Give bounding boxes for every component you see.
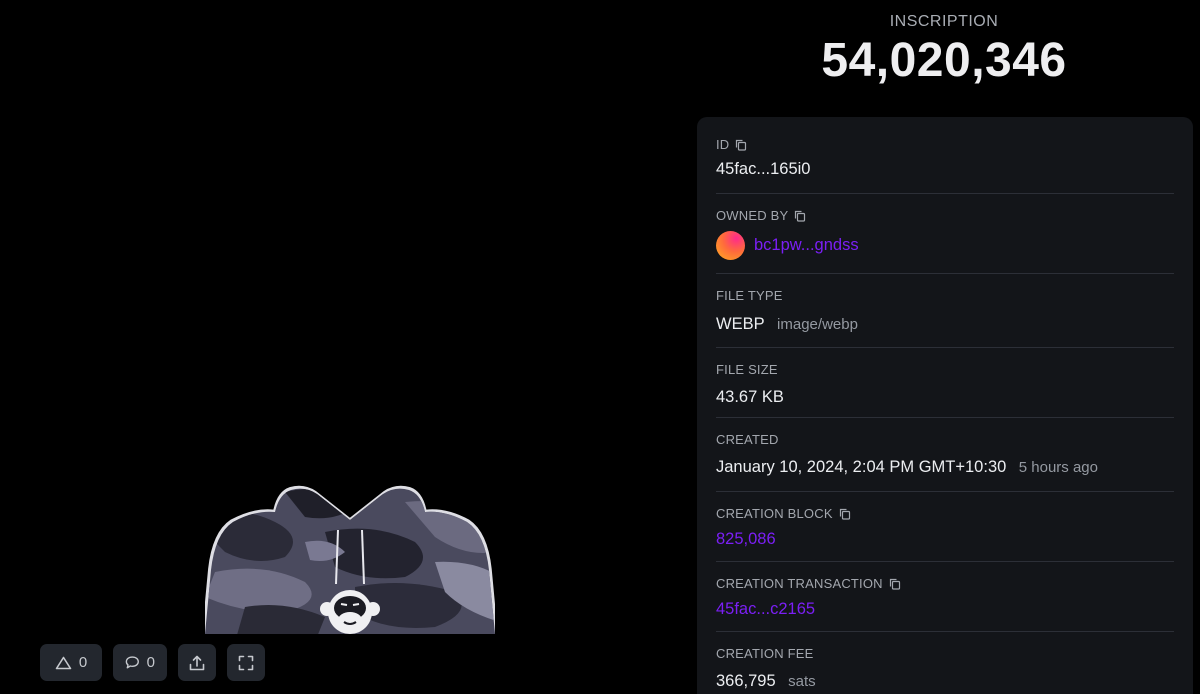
comment-button[interactable]: 0: [113, 644, 167, 681]
created-relative: 5 hours ago: [1018, 459, 1098, 476]
creation-tx-link[interactable]: 45fac...c2165: [716, 600, 1174, 619]
inscription-label: INSCRIPTION: [889, 13, 999, 30]
copy-icon[interactable]: [794, 210, 806, 222]
file-size-row: FILE SIZE 43.67 KB: [716, 348, 1174, 418]
file-size-label: FILE SIZE: [716, 362, 778, 377]
created-label: CREATED: [716, 432, 779, 447]
camo-hoodie-image: [205, 485, 495, 634]
fullscreen-icon: [238, 655, 254, 670]
owner-row: OWNED BY bc1pw...gndss: [716, 194, 1174, 274]
media-preview: 0 0: [0, 0, 690, 694]
file-type-label: FILE TYPE: [716, 288, 783, 303]
creation-block-link[interactable]: 825,086: [716, 530, 1174, 549]
creation-tx-row: CREATION TRANSACTION 45fac...c2165: [716, 562, 1174, 632]
creation-fee-value: 366,795: [716, 672, 776, 690]
owner-address-link[interactable]: bc1pw...gndss: [754, 236, 859, 255]
upvote-button[interactable]: 0: [40, 644, 102, 681]
created-value: January 10, 2024, 2:04 PM GMT+10:30: [716, 458, 1007, 476]
creation-tx-label: CREATION TRANSACTION: [716, 576, 883, 591]
copy-icon[interactable]: [839, 508, 851, 520]
details-card: ID 45fac...165i0 OWNED BY bc1pw...gndss …: [697, 117, 1193, 694]
comment-icon: [125, 656, 139, 669]
mime-type: image/webp: [777, 316, 858, 333]
id-label: ID: [716, 137, 730, 152]
creation-fee-row: CREATION FEE 366,795 sats: [716, 632, 1174, 691]
media-action-bar: 0 0: [40, 644, 265, 681]
file-type-value: WEBP: [716, 315, 765, 333]
share-button[interactable]: [178, 644, 216, 681]
triangle-icon: [55, 656, 72, 669]
created-row: CREATED January 10, 2024, 2:04 PM GMT+10…: [716, 418, 1174, 492]
creation-fee-unit: sats: [788, 673, 816, 690]
creation-block-row: CREATION BLOCK 825,086: [716, 492, 1174, 562]
file-type-row: FILE TYPE WEBP image/webp: [716, 274, 1174, 348]
share-icon: [189, 655, 205, 670]
avatar[interactable]: [716, 231, 745, 260]
file-size-value: 43.67 KB: [716, 388, 784, 406]
id-value[interactable]: 45fac...165i0: [716, 160, 1174, 179]
upvote-count: 0: [78, 654, 88, 671]
owner-label: OWNED BY: [716, 208, 789, 223]
creation-fee-label: CREATION FEE: [716, 646, 814, 661]
copy-icon[interactable]: [735, 139, 747, 151]
id-row: ID 45fac...165i0: [716, 117, 1174, 194]
copy-icon[interactable]: [889, 578, 901, 590]
creation-block-label: CREATION BLOCK: [716, 506, 833, 521]
comment-count: 0: [146, 654, 155, 671]
inscription-number: 54,020,346: [821, 34, 1067, 87]
fullscreen-button[interactable]: [227, 644, 265, 681]
